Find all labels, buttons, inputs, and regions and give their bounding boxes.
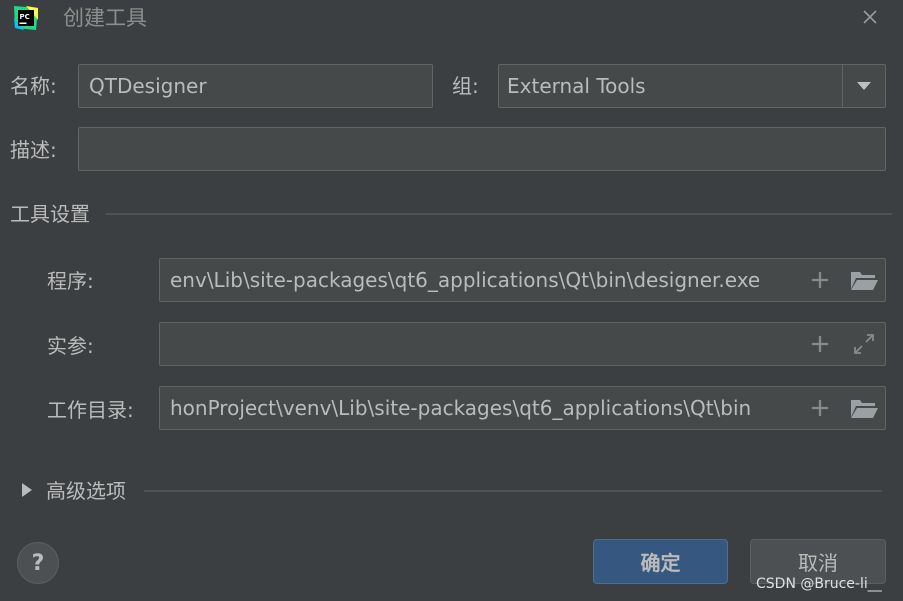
add-macro-icon[interactable] (803, 387, 837, 429)
name-input[interactable] (79, 65, 432, 107)
group-select-value: External Tools (507, 74, 646, 98)
folder-open-icon[interactable] (843, 387, 885, 429)
advanced-separator (144, 490, 882, 492)
close-button[interactable] (855, 2, 885, 32)
dialog-title: 创建工具 (63, 6, 147, 30)
svg-text:PC: PC (20, 13, 30, 21)
expand-triangle-icon[interactable] (20, 481, 34, 499)
add-macro-icon[interactable] (803, 259, 837, 301)
description-label: 描述: (10, 138, 57, 162)
expand-icon[interactable] (843, 323, 885, 365)
working-dir-value: honProject\venv\Lib\site-packages\qt6_ap… (170, 396, 752, 420)
folder-open-icon[interactable] (843, 259, 885, 301)
arguments-input-wrapper[interactable] (159, 322, 886, 366)
working-dir-label: 工作目录: (47, 398, 134, 422)
arguments-input[interactable] (160, 323, 800, 365)
advanced-options-toggle[interactable]: 高级选项 (46, 477, 126, 505)
name-label: 名称: (10, 74, 57, 98)
pycharm-logo-icon: PC (12, 4, 40, 32)
tool-settings-separator (106, 213, 892, 215)
tool-settings-title: 工具设置 (10, 202, 90, 226)
program-value: env\Lib\site-packages\qt6_applications\Q… (170, 268, 761, 292)
working-dir-input[interactable]: honProject\venv\Lib\site-packages\qt6_ap… (159, 386, 886, 430)
ok-button[interactable]: 确定 (593, 539, 728, 584)
program-label: 程序: (47, 269, 94, 293)
close-icon (863, 10, 877, 24)
description-input[interactable] (79, 128, 885, 170)
help-button[interactable]: ? (17, 542, 59, 584)
group-label: 组: (452, 74, 479, 98)
group-select[interactable]: External Tools (498, 64, 886, 108)
dropdown-arrow-icon[interactable] (843, 65, 885, 107)
name-input-wrapper[interactable] (78, 64, 433, 108)
program-input[interactable]: env\Lib\site-packages\qt6_applications\Q… (159, 258, 886, 302)
description-input-wrapper[interactable] (78, 127, 886, 171)
add-macro-icon[interactable] (803, 323, 837, 365)
csdn-watermark: CSDN @Bruce-li__ (756, 576, 882, 592)
arguments-label: 实参: (47, 334, 94, 358)
